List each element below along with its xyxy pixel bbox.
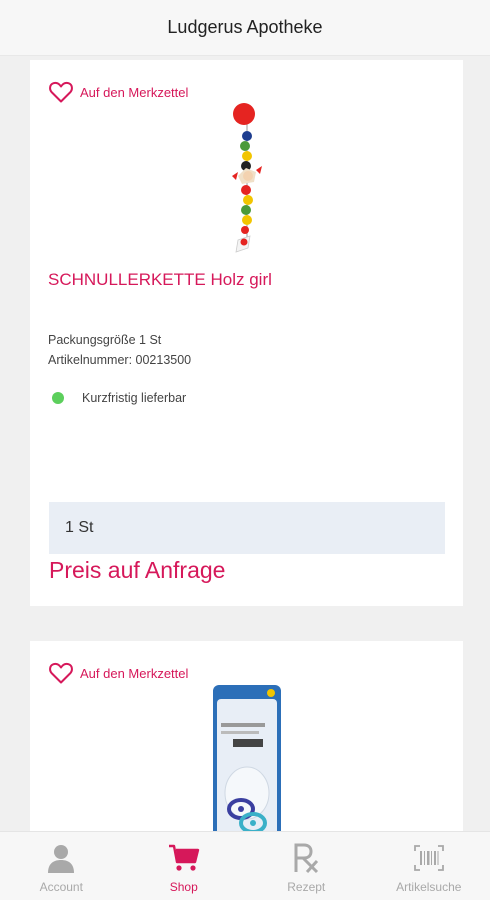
- prescription-icon: [294, 843, 319, 874]
- availability-label: Kurzfristig lieferbar: [82, 391, 187, 405]
- bottom-nav: Account Shop Rezept Artikelsuche: [0, 831, 490, 900]
- product-image[interactable]: [222, 102, 272, 262]
- wishlist-button[interactable]: Auf den Merkzettel: [48, 661, 188, 685]
- nav-label: Artikelsuche: [396, 880, 462, 894]
- nav-item-shop[interactable]: Shop: [123, 832, 246, 900]
- nav-label: Shop: [169, 880, 198, 894]
- nav-label: Account: [39, 880, 83, 894]
- article-number: Artikelnummer: 00213500: [48, 353, 192, 367]
- nav-label: Rezept: [287, 880, 326, 894]
- app-header: Ludgerus Apotheke: [0, 0, 490, 56]
- product-title[interactable]: SCHNULLERKETTE Holz girl: [48, 270, 272, 290]
- wishlist-label: Auf den Merkzettel: [80, 665, 189, 681]
- cart-icon: [168, 844, 199, 871]
- quantity-value: 1 St: [65, 519, 94, 536]
- heart-icon: [49, 662, 73, 684]
- price: Preis auf Anfrage: [49, 557, 226, 583]
- product-card[interactable]: Auf den Merkzettel SCHNULLERKETTE Holz g…: [30, 60, 463, 606]
- person-icon: [48, 845, 75, 873]
- package-size: Packungsgröße 1 St: [48, 333, 162, 347]
- nav-item-artikelsuche[interactable]: Artikelsuche: [368, 832, 490, 900]
- heart-icon: [49, 81, 73, 103]
- quantity-select[interactable]: 1 St: [49, 502, 445, 554]
- product-card[interactable]: Auf den Merkzettel: [30, 641, 463, 831]
- nav-item-account[interactable]: Account: [0, 832, 123, 900]
- barcode-icon: [413, 845, 444, 871]
- availability-status: Kurzfristig lieferbar: [52, 391, 186, 405]
- page-title: Ludgerus Apotheke: [167, 17, 323, 37]
- product-list[interactable]: Auf den Merkzettel SCHNULLERKETTE Holz g…: [0, 56, 490, 831]
- product-image[interactable]: [211, 685, 283, 831]
- nav-item-rezept[interactable]: Rezept: [245, 832, 368, 900]
- wishlist-button[interactable]: Auf den Merkzettel: [48, 80, 188, 104]
- availability-dot-icon: [52, 392, 64, 404]
- wishlist-label: Auf den Merkzettel: [80, 84, 189, 100]
